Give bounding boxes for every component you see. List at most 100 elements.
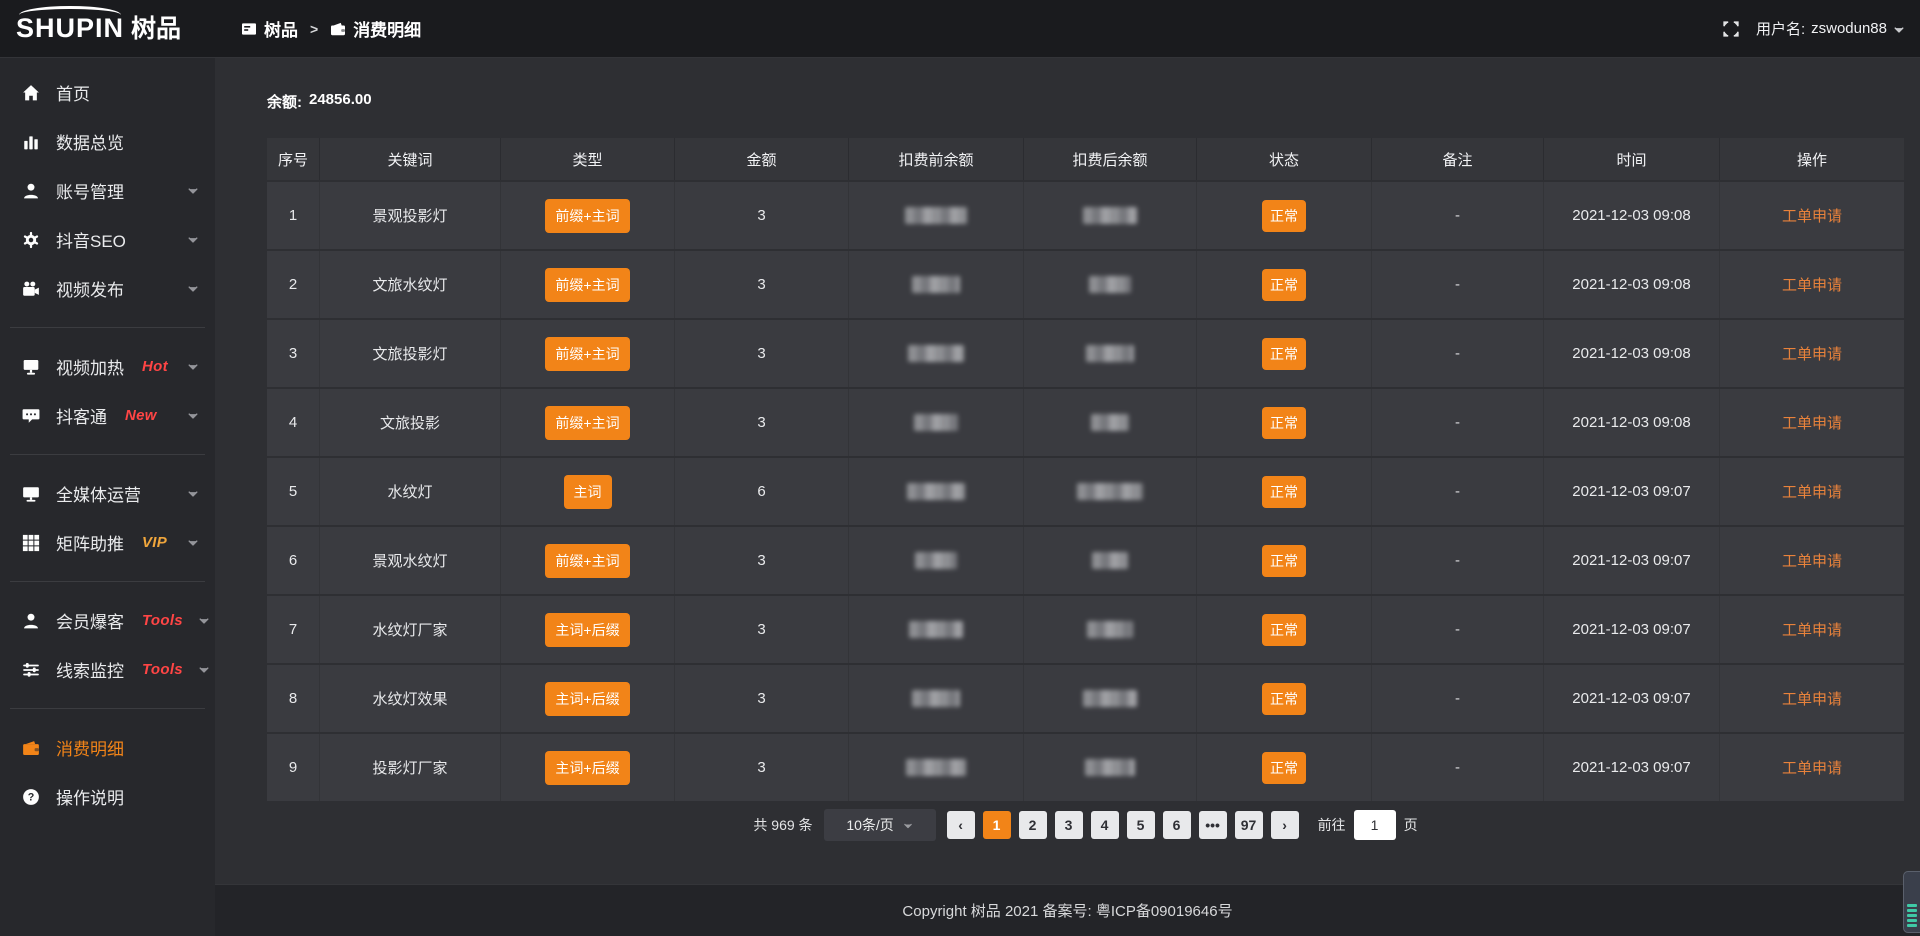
action-cell: 工单申请 bbox=[1720, 251, 1904, 318]
seq-cell: 8 bbox=[267, 665, 320, 732]
next-page-button[interactable]: › bbox=[1271, 811, 1299, 839]
ticket-apply-link[interactable]: 工单申请 bbox=[1782, 412, 1842, 433]
remark-cell: - bbox=[1372, 251, 1544, 318]
page-button-6[interactable]: 6 bbox=[1163, 811, 1191, 839]
seq-cell: 5 bbox=[267, 458, 320, 525]
ticket-apply-link[interactable]: 工单申请 bbox=[1782, 688, 1842, 709]
column-header: 备注 bbox=[1372, 138, 1544, 180]
ticket-apply-link[interactable]: 工单申请 bbox=[1782, 619, 1842, 640]
table-row: 4文旅投影前缀+主词3正常-2021-12-03 09:08工单申请 bbox=[267, 389, 1904, 458]
sidebar-item-douyin-seo[interactable]: 抖音SEO bbox=[0, 215, 215, 264]
sidebar-item-video-heating[interactable]: 视频加热Hot bbox=[0, 342, 215, 391]
sidebar-item-video-publish[interactable]: 视频发布 bbox=[0, 264, 215, 313]
status-cell: 正常 bbox=[1197, 320, 1372, 387]
keyword-cell: 文旅投影灯 bbox=[320, 320, 501, 387]
type-cell: 前缀+主词 bbox=[501, 251, 675, 318]
ticket-apply-link[interactable]: 工单申请 bbox=[1782, 481, 1842, 502]
fullscreen-icon[interactable] bbox=[1723, 21, 1739, 37]
table-row: 3文旅投影灯前缀+主词3正常-2021-12-03 09:08工单申请 bbox=[267, 320, 1904, 389]
sidebar-item-operation-guide[interactable]: ?操作说明 bbox=[0, 772, 215, 821]
table-row: 2文旅水纹灯前缀+主词3正常-2021-12-03 09:08工单申请 bbox=[267, 251, 1904, 320]
ticket-apply-link[interactable]: 工单申请 bbox=[1782, 550, 1842, 571]
sidebar-item-clue-monitor[interactable]: 线索监控Tools bbox=[0, 645, 215, 694]
app-root: { "topbar": { "logo_text": "SHUPIN", "lo… bbox=[0, 0, 1920, 936]
status-cell: 正常 bbox=[1197, 389, 1372, 456]
chevron-down-icon bbox=[187, 283, 199, 295]
total-count-label: 共 969 条 bbox=[753, 815, 812, 835]
column-header: 扣费前余额 bbox=[849, 138, 1024, 180]
ticket-apply-link[interactable]: 工单申请 bbox=[1782, 343, 1842, 364]
remark-cell: - bbox=[1372, 182, 1544, 249]
ticket-apply-link[interactable]: 工单申请 bbox=[1782, 757, 1842, 778]
sidebar: 首页数据总览账号管理抖音SEO 视频发布视频加热Hot抖客通New 全媒体运营矩阵助… bbox=[0, 58, 215, 936]
balance-before-masked bbox=[849, 596, 1024, 663]
type-cell: 主词+后缀 bbox=[501, 665, 675, 732]
status-badge: 正常 bbox=[1262, 200, 1306, 232]
table-row: 6景观水纹灯前缀+主词3正常-2021-12-03 09:07工单申请 bbox=[267, 527, 1904, 596]
type-cell: 前缀+主词 bbox=[501, 389, 675, 456]
sidebar-item-home[interactable]: 首页 bbox=[0, 68, 215, 117]
more-pages-button[interactable]: ••• bbox=[1199, 811, 1227, 839]
amount-cell: 3 bbox=[675, 251, 849, 318]
chevron-down-icon bbox=[198, 615, 210, 627]
table-row: 9投影灯厂家主词+后缀3正常-2021-12-03 09:07工单申请 bbox=[267, 734, 1904, 803]
type-badge: 前缀+主词 bbox=[545, 406, 629, 440]
seq-cell: 6 bbox=[267, 527, 320, 594]
sidebar-item-account-management[interactable]: 账号管理 bbox=[0, 166, 215, 215]
action-cell: 工单申请 bbox=[1720, 458, 1904, 525]
type-badge: 主词+后缀 bbox=[545, 682, 629, 716]
page-size-select[interactable]: 10条/页 bbox=[824, 809, 936, 841]
user-menu[interactable]: 用户名: zswodun88 bbox=[1756, 18, 1905, 39]
masked-value bbox=[1083, 207, 1137, 224]
table-header-row: 序号关键词类型金额扣费前余额扣费后余额状态备注时间操作 bbox=[267, 138, 1904, 182]
page-button-5[interactable]: 5 bbox=[1127, 811, 1155, 839]
ticket-apply-link[interactable]: 工单申请 bbox=[1782, 274, 1842, 295]
balance-after-masked bbox=[1024, 665, 1197, 732]
amount-cell: 3 bbox=[675, 665, 849, 732]
breadcrumb-item-home[interactable]: 树品 bbox=[241, 16, 298, 41]
masked-value bbox=[1086, 345, 1134, 362]
sidebar-item-data-overview[interactable]: 数据总览 bbox=[0, 117, 215, 166]
column-header: 类型 bbox=[501, 138, 675, 180]
page-button-2[interactable]: 2 bbox=[1019, 811, 1047, 839]
app-logo: SHUPIN 树品 bbox=[0, 15, 215, 42]
page-button-4[interactable]: 4 bbox=[1091, 811, 1119, 839]
status-cell: 正常 bbox=[1197, 251, 1372, 318]
prev-page-button[interactable]: ‹ bbox=[947, 811, 975, 839]
type-cell: 前缀+主词 bbox=[501, 527, 675, 594]
breadcrumb-separator: > bbox=[310, 21, 318, 37]
sidebar-item-member-marketing[interactable]: 会员爆客Tools bbox=[0, 596, 215, 645]
table-row: 7水纹灯厂家主词+后缀3正常-2021-12-03 09:07工单申请 bbox=[267, 596, 1904, 665]
breadcrumb-item-current[interactable]: 消费明细 bbox=[330, 16, 421, 41]
amount-cell: 3 bbox=[675, 734, 849, 801]
action-cell: 工单申请 bbox=[1720, 182, 1904, 249]
sidebar-item-matrix-boost[interactable]: 矩阵助推VIP bbox=[0, 518, 215, 567]
footer: Copyright 树品 2021 备案号: 粤ICP备09019646号 bbox=[215, 884, 1920, 936]
ticket-apply-link[interactable]: 工单申请 bbox=[1782, 205, 1842, 226]
status-cell: 正常 bbox=[1197, 527, 1372, 594]
page-button-3[interactable]: 3 bbox=[1055, 811, 1083, 839]
floating-widget[interactable] bbox=[1903, 871, 1920, 933]
amount-cell: 6 bbox=[675, 458, 849, 525]
goto-page-input[interactable] bbox=[1354, 810, 1396, 840]
action-cell: 工单申请 bbox=[1720, 389, 1904, 456]
chevron-down-icon bbox=[187, 361, 199, 373]
column-header: 关键词 bbox=[320, 138, 501, 180]
column-header: 状态 bbox=[1197, 138, 1372, 180]
sidebar-item-douketong[interactable]: 抖客通New bbox=[0, 391, 215, 440]
keyword-cell: 景观投影灯 bbox=[320, 182, 501, 249]
page-button-97[interactable]: 97 bbox=[1235, 811, 1263, 839]
action-cell: 工单申请 bbox=[1720, 734, 1904, 801]
remark-cell: - bbox=[1372, 320, 1544, 387]
keyword-cell: 水纹灯厂家 bbox=[320, 596, 501, 663]
copyright-text: Copyright 树品 2021 备案号: 粤ICP备09019646号 bbox=[902, 900, 1232, 921]
sidebar-item-label: 抖音SEO bbox=[56, 227, 126, 252]
sidebar-item-consumption-detail[interactable]: 消费明细 bbox=[0, 723, 215, 772]
type-cell: 前缀+主词 bbox=[501, 182, 675, 249]
page-button-1[interactable]: 1 bbox=[983, 811, 1011, 839]
keyword-cell: 文旅水纹灯 bbox=[320, 251, 501, 318]
action-cell: 工单申请 bbox=[1720, 665, 1904, 732]
sidebar-item-all-media-operation[interactable]: 全媒体运营 bbox=[0, 469, 215, 518]
goto-suffix-label: 页 bbox=[1404, 815, 1418, 835]
masked-value bbox=[912, 690, 960, 707]
